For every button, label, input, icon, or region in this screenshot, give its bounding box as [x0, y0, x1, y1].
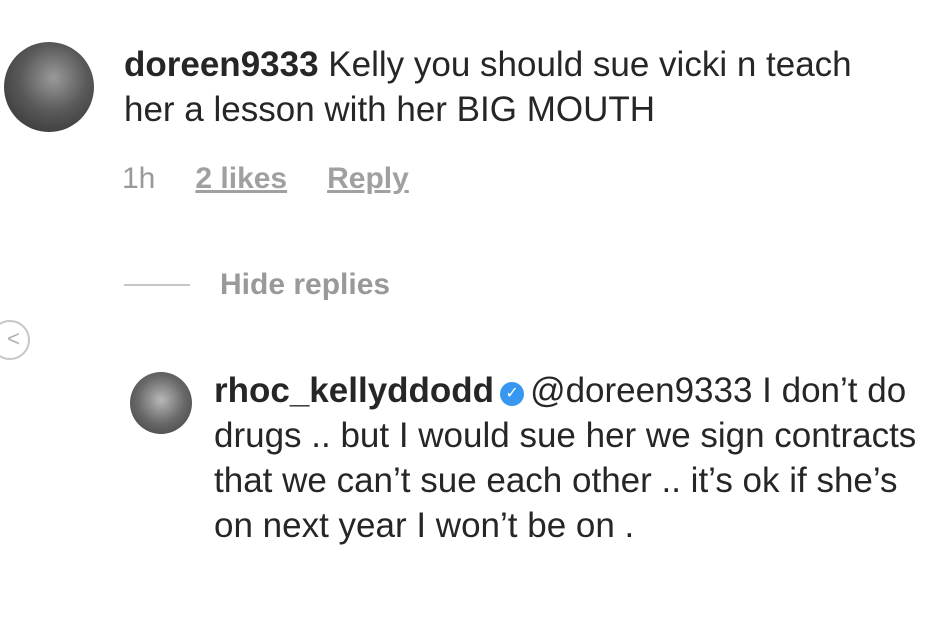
reply-username[interactable]: rhoc_kellyddodd: [214, 371, 494, 410]
avatar[interactable]: [4, 42, 94, 132]
comment-meta: 1h 2 likes Reply: [122, 162, 409, 196]
verified-badge-icon: ✓: [500, 382, 525, 406]
reply-comment: rhoc_kellyddodd ✓ @doreen9333 I don’t do d…: [130, 368, 920, 548]
hide-replies-button[interactable]: Hide replies: [124, 268, 390, 302]
likes-link[interactable]: 2 likes: [195, 162, 287, 196]
comment: doreen9333 Kelly you should sue vicki n …: [4, 42, 894, 132]
reply-body: rhoc_kellyddodd ✓ @doreen9333 I don’t do d…: [214, 368, 920, 548]
hide-replies-label: Hide replies: [220, 268, 391, 301]
avatar[interactable]: [130, 372, 192, 434]
comment-body: doreen9333 Kelly you should sue vicki n …: [124, 42, 894, 132]
chevron-left-icon[interactable]: <: [0, 320, 30, 360]
reply-button[interactable]: Reply: [327, 162, 409, 196]
comment-username[interactable]: doreen9333: [124, 45, 319, 84]
divider-line: [124, 284, 190, 286]
comment-time: 1h: [122, 162, 156, 195]
